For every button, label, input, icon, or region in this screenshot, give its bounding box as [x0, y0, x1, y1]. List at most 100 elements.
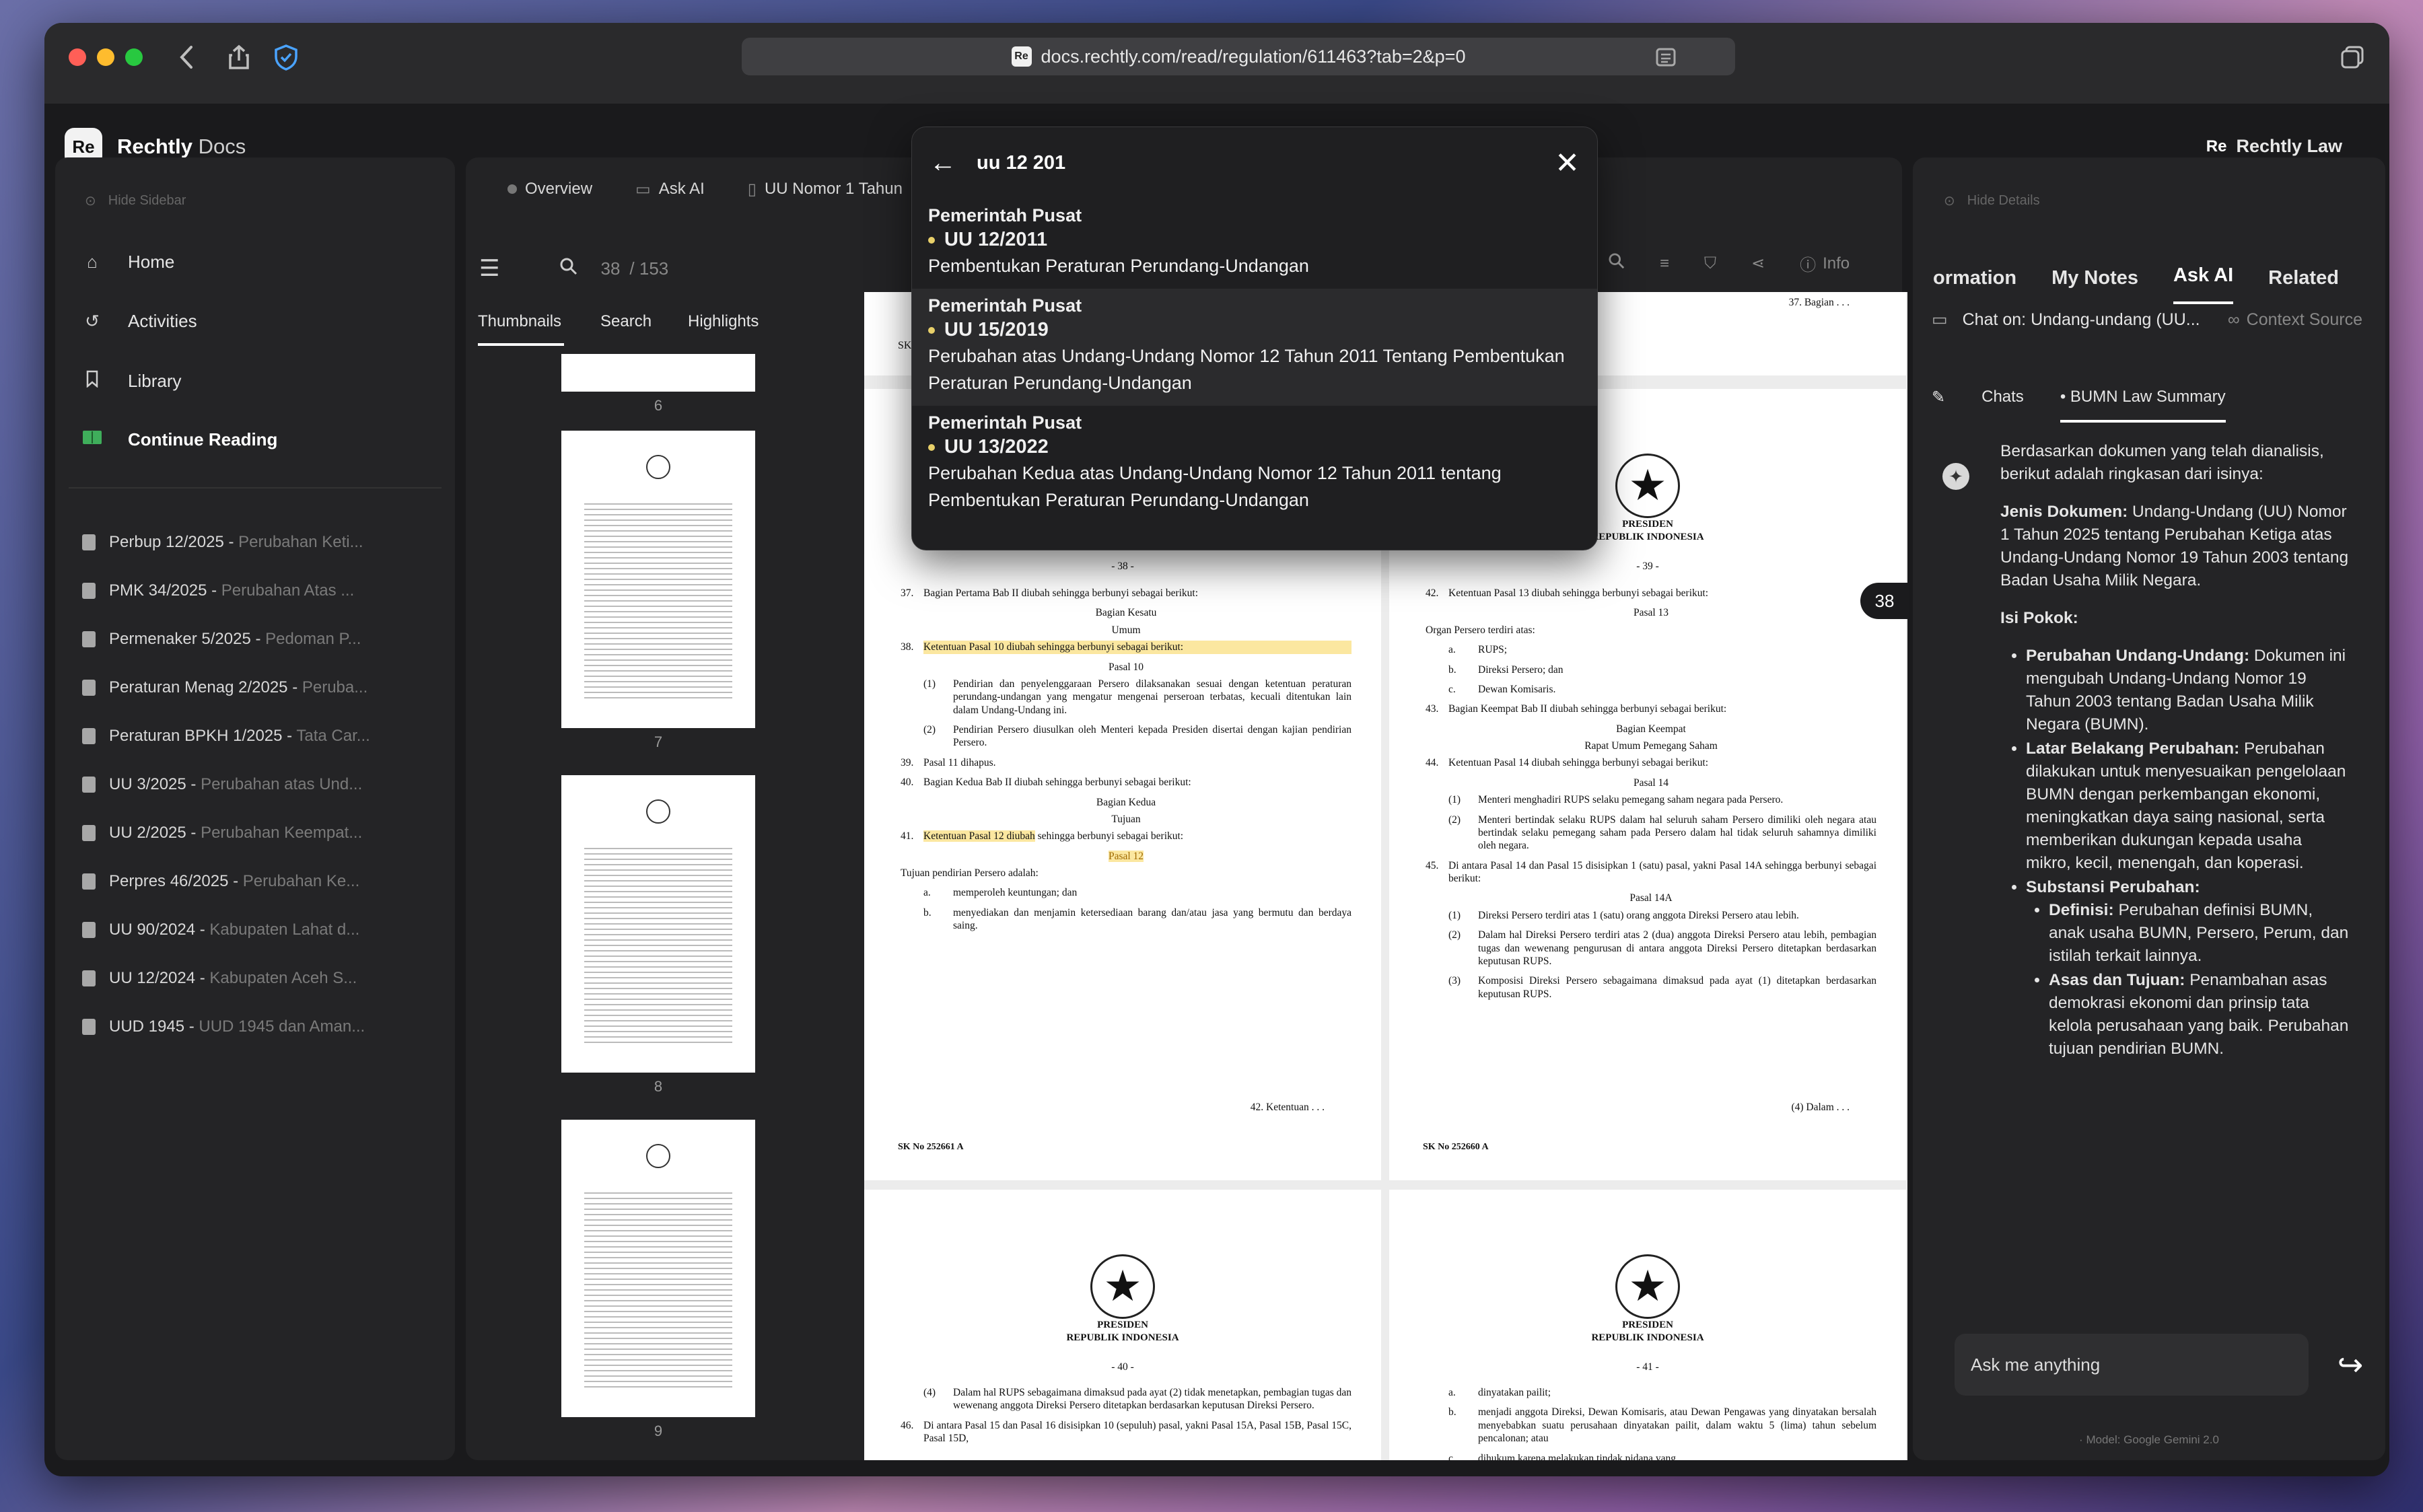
page-clause: 42. Ketentuan Pasal 13 diubah sehingga be…: [1426, 587, 1709, 599]
status-dot-icon: [928, 443, 935, 451]
list-item: Substansi Perubahan: Definisi: Perubahan…: [2026, 876, 2350, 1060]
hide-details-button[interactable]: ⊙ Hide Details: [1944, 192, 2040, 209]
chat-on-label[interactable]: Chat on: Undang-undang (UU...: [1963, 310, 2228, 330]
page-clause: a. RUPS;: [1448, 644, 1508, 656]
page-clause: (4) Dalam hal RUPS sebagaimana dimaksud p…: [923, 1387, 1351, 1412]
thumbnail-panel: 6 7 8 9: [466, 221, 845, 1460]
minimize-window-button[interactable]: [97, 48, 114, 66]
list-item: Latar Belakang Perubahan: Perubahan dila…: [2026, 737, 2350, 875]
tab-bumn-law-summary[interactable]: • BUMN Law Summary: [2060, 388, 2226, 423]
context-source-button[interactable]: Context Source: [2247, 310, 2362, 330]
sidebar-recent-item[interactable]: PMK 34/2025 - Perubahan Atas ...: [82, 581, 439, 600]
share-network-icon[interactable]: ⋖: [1751, 254, 1765, 273]
list-item: Perubahan Undang-Undang: Dokumen ini men…: [2026, 645, 2350, 736]
share-icon[interactable]: [225, 43, 253, 71]
page-clause: (1) Pendirian dan penyelenggaraan Persero…: [923, 678, 1351, 716]
search-result-item[interactable]: Pemerintah Pusat UU 13/2022 Perubahan Kedu…: [912, 406, 1597, 523]
page-clause: a. memperoleh keuntungan; dan: [923, 887, 1078, 899]
sidebar-recent-item[interactable]: UU 2/2025 - Perubahan Keempat...: [82, 824, 439, 842]
sidebar-recent-item[interactable]: Peraturan Menag 2/2025 - Peruba...: [82, 678, 439, 697]
book-open-icon: [82, 429, 102, 450]
tab-overview[interactable]: Overview: [507, 180, 592, 199]
send-icon[interactable]: ↪: [2319, 1334, 2381, 1396]
details-panel: ⊙ Hide Details ormation My Notes Ask AI R…: [1913, 157, 2385, 1460]
page-heading: Rapat Umum Pemegang Saham: [1584, 740, 1718, 752]
tabs-overview-icon[interactable]: [2338, 43, 2366, 71]
zoom-window-button[interactable]: [125, 48, 143, 66]
page-clause: (2) Pendirian Persero diusulkan oleh Ment…: [923, 724, 1351, 749]
sidebar-recent-item[interactable]: UUD 1945 - UUD 1945 dan Aman...: [82, 1017, 439, 1036]
tab-information[interactable]: ormation: [1933, 267, 2016, 304]
list-icon[interactable]: ≡: [1660, 254, 1669, 273]
zoom-search-icon[interactable]: [1609, 253, 1625, 274]
new-chat-icon[interactable]: ✎: [1932, 388, 1945, 407]
garuda-emblem: ★: [1615, 454, 1680, 518]
close-icon[interactable]: ✕: [1555, 146, 1580, 180]
thumbnail-label: 8: [654, 1078, 663, 1095]
page-indicator-badge: 38: [1860, 583, 1909, 619]
rechtly-law-link[interactable]: Re Rechtly Law: [2206, 136, 2342, 157]
reader-mode-icon[interactable]: [1652, 43, 1680, 71]
ask-ai-input[interactable]: Ask me anything: [1955, 1334, 2309, 1396]
shield-icon[interactable]: ⛉: [1704, 254, 1716, 273]
page-heading: Pasal 12: [1108, 850, 1144, 862]
page-clause: b. menjadi anggota Direksi, Dewan Komisar…: [1448, 1406, 1876, 1445]
url-text: docs.rechtly.com/read/regulation/611463?…: [1041, 46, 1466, 67]
sidebar-item-library[interactable]: Library: [82, 370, 181, 392]
sidebar-recent-item[interactable]: UU 3/2025 - Perubahan atas Und...: [82, 775, 439, 794]
back-icon[interactable]: [172, 43, 201, 71]
sidebar-recent-item[interactable]: UU 90/2024 - Kabupaten Lahat d...: [82, 921, 439, 939]
shield-check-icon[interactable]: [272, 43, 300, 71]
page-40: ★ PRESIDEN REPUBLIK INDONESIA - 40 - (4)…: [864, 1190, 1381, 1460]
sidebar-item-home[interactable]: ⌂ Home: [82, 252, 174, 273]
rechtly-law-logo: Re: [2206, 137, 2227, 155]
back-arrow-icon[interactable]: ←: [929, 148, 956, 178]
tab-ask-ai-details[interactable]: Ask AI: [2173, 264, 2234, 304]
page-clause: 39. Pasal 11 dihapus.: [901, 756, 996, 768]
hide-sidebar-button[interactable]: ⊙ Hide Sidebar: [85, 192, 186, 209]
bookmark-icon: [82, 370, 102, 392]
search-input[interactable]: uu 12 201: [977, 152, 1555, 174]
thumbnail-page-9[interactable]: [561, 1120, 755, 1417]
page-heading: Tujuan: [1111, 813, 1141, 825]
model-label: · Model: Google Gemini 2.0: [2079, 1433, 2219, 1446]
tab-chats[interactable]: Chats: [1981, 388, 2024, 406]
sidebar-recent-item[interactable]: Permenaker 5/2025 - Pedoman P...: [82, 630, 439, 649]
status-dot-icon: [928, 236, 935, 244]
tab-related[interactable]: Related: [2268, 267, 2339, 304]
search-result-item[interactable]: Pemerintah Pusat UU 12/2011 Pembentukan Pe…: [912, 199, 1597, 289]
thumbnail-label: 6: [654, 397, 663, 414]
chat-tabs: ✎ Chats • BUMN Law Summary: [1932, 371, 2226, 423]
tab-document[interactable]: ▯ UU Nomor 1 Tahun: [748, 180, 903, 199]
page-heading: Bagian Kesatu: [1095, 607, 1157, 619]
thumbnail-page-6[interactable]: [561, 354, 755, 392]
sidebar-recent-item[interactable]: Peraturan BPKH 1/2025 - Tata Car...: [82, 727, 439, 746]
thumbnail-label: 9: [654, 1423, 663, 1439]
page-heading: Pasal 13: [1633, 607, 1669, 619]
page-clause: 43. Bagian Keempat Bab II diubah sehingga…: [1426, 703, 1727, 715]
page-clause: c. dihukum karena melakukan tindak pidana…: [1448, 1452, 1676, 1461]
details-tabs: ormation My Notes Ask AI Related: [1913, 225, 2385, 304]
sidebar-divider: [69, 487, 442, 489]
sidebar-recent-item[interactable]: UU 12/2024 - Kabupaten Aceh S...: [82, 969, 439, 988]
sidebar-recent-item[interactable]: Perbup 12/2025 - Perubahan Keti...: [82, 533, 439, 552]
tab-ask-ai[interactable]: ▭ Ask AI: [635, 180, 705, 199]
page-heading: Pasal 10: [1108, 661, 1144, 673]
thumbnail-page-7[interactable]: [561, 431, 755, 728]
thumbnail-page-8[interactable]: [561, 775, 755, 1073]
sidebar-item-continue-reading[interactable]: Continue Reading: [82, 429, 277, 450]
page-clause: (1) Direksi Persero terdiri atas 1 (satu)…: [1448, 909, 1799, 921]
tab-my-notes[interactable]: My Notes: [2051, 267, 2138, 304]
chat-bubble-icon: ▭: [1932, 310, 1948, 329]
page-clause: 41. Ketentuan Pasal 12 diubah sehingga be…: [901, 830, 1184, 842]
search-result-item[interactable]: Pemerintah Pusat UU 15/2019 Perubahan atas…: [912, 289, 1597, 406]
status-dot-icon: [928, 326, 935, 334]
url-bar[interactable]: Re docs.rechtly.com/read/regulation/6114…: [742, 38, 1735, 75]
page-clause: c. Dewan Komisaris.: [1448, 683, 1556, 695]
sidebar-item-activities[interactable]: ↺ Activities: [82, 311, 197, 332]
info-button[interactable]: ⓘ Info: [1800, 252, 1850, 275]
sidebar-recent-item[interactable]: Perpres 46/2025 - Perubahan Ke...: [82, 872, 439, 891]
close-window-button[interactable]: [69, 48, 86, 66]
document-bookmark-icon: [82, 680, 96, 696]
chat-context-bar: ▭ Chat on: Undang-undang (UU... ∞ Contex…: [1932, 310, 2362, 330]
